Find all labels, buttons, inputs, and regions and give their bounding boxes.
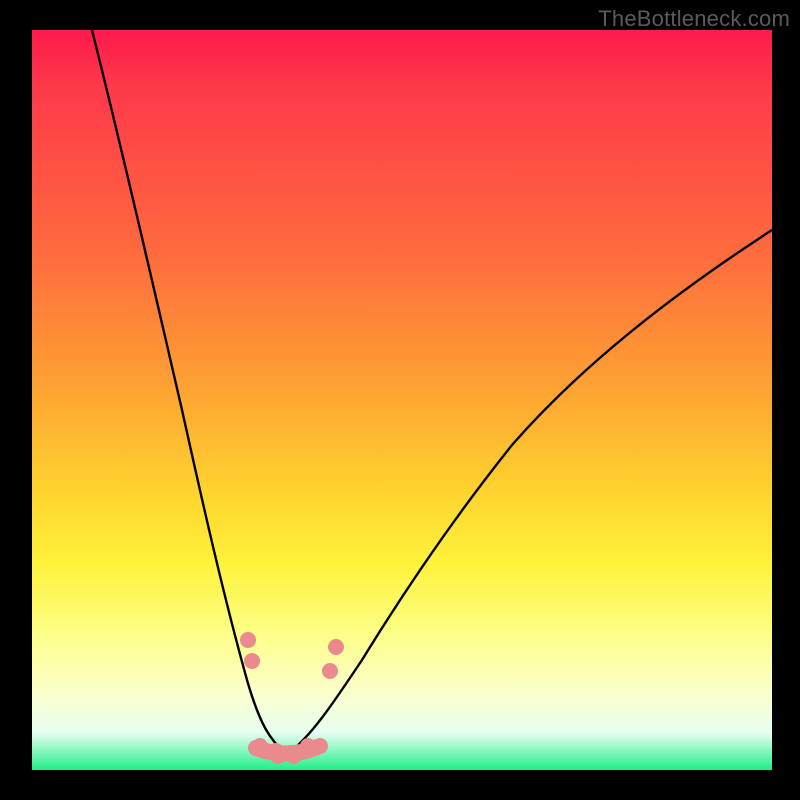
curve-layer xyxy=(32,30,772,770)
left-curve xyxy=(92,30,287,755)
plot-area xyxy=(32,30,772,770)
right-curve xyxy=(287,230,772,755)
watermark-text: TheBottleneck.com xyxy=(598,6,790,32)
chart-frame: TheBottleneck.com xyxy=(0,0,800,800)
pink-dots xyxy=(240,632,344,764)
